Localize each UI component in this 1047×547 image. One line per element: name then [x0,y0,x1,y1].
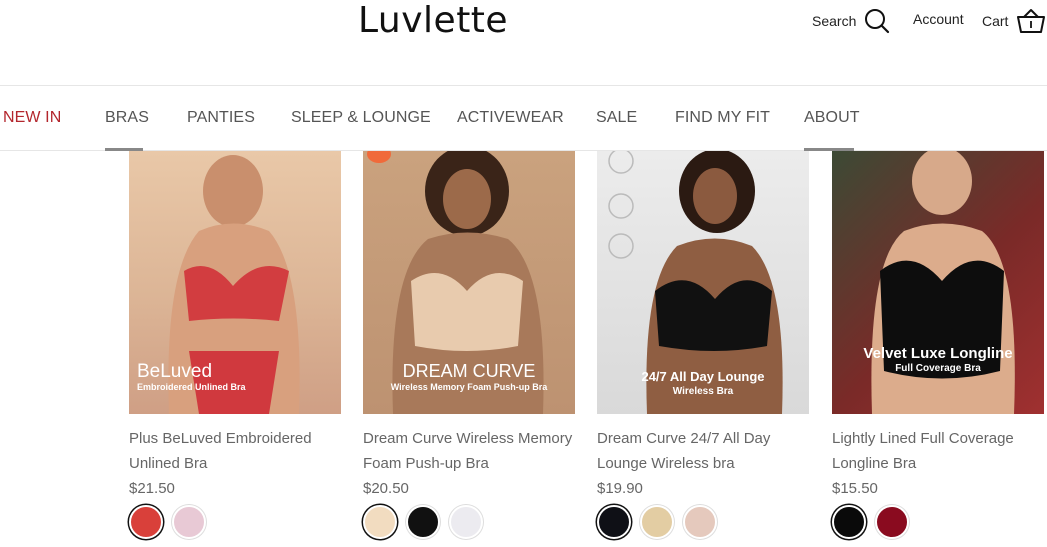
nav-item-panties[interactable]: PANTIES [187,109,255,127]
color-swatch-black[interactable] [406,505,440,539]
image-overlay-subtitle: Embroidered Unlined Bra [137,382,246,392]
color-swatch-black[interactable] [832,505,866,539]
product-price: $19.90 [597,480,643,497]
product-image[interactable]: 24/7 All Day Lounge Wireless Bra [597,151,809,414]
color-swatches [129,505,341,539]
product-image[interactable]: BeLuved Embroidered Unlined Bra [129,151,341,414]
nav-item-about[interactable]: ABOUT [804,109,860,127]
color-swatch-floral[interactable] [172,505,206,539]
product-price: $21.50 [129,480,175,497]
product-image[interactable]: Velvet Luxe Longline Full Coverage Bra [832,151,1044,414]
account-label: Account [913,11,964,27]
cart-button[interactable]: Cart [982,8,1046,34]
product-card[interactable]: BeLuved Embroidered Unlined Bra Plus BeL… [129,151,341,539]
image-overlay-title: DREAM CURVE [402,361,536,381]
search-label: Search [812,13,857,29]
nav-item-new-in[interactable]: NEW IN [3,109,61,127]
account-link[interactable]: Account [913,11,964,27]
product-card[interactable]: Velvet Luxe Longline Full Coverage Bra L… [832,151,1044,539]
product-price: $20.50 [363,480,409,497]
color-swatch-nude[interactable] [363,505,397,539]
nav-item-bras[interactable]: BRAS [105,109,149,127]
color-swatch-black[interactable] [597,505,631,539]
search-icon [865,9,890,34]
basket-icon [1017,9,1046,33]
image-overlay-subtitle: Full Coverage Bra [895,363,981,374]
cart-label: Cart [982,13,1009,29]
nav-item-sale[interactable]: SALE [596,109,637,127]
image-overlay-subtitle: Wireless Memory Foam Push-up Bra [390,382,548,392]
nav-item-sleep-lounge[interactable]: SLEEP & LOUNGE [291,109,431,127]
product-card[interactable]: 24/7 All Day Lounge Wireless Bra Dream C… [597,151,809,539]
color-swatch-white[interactable] [449,505,483,539]
color-swatch-red[interactable] [129,505,163,539]
color-swatch-blush[interactable] [683,505,717,539]
product-card[interactable]: DREAM CURVE Wireless Memory Foam Push-up… [363,151,575,539]
site-header: Luvlette Search Account Cart [0,0,1047,86]
color-swatches [597,505,809,539]
image-overlay-subtitle: Wireless Bra [672,386,734,397]
search-button[interactable]: Search [812,8,890,34]
site-logo[interactable]: Luvlette [358,0,508,41]
model-illustration [871,151,1015,414]
product-price: $15.50 [832,480,878,497]
image-overlay-title: 24/7 All Day Lounge [641,369,765,384]
image-overlay-title: BeLuved [137,361,213,382]
color-swatches [363,505,575,539]
product-name[interactable]: Dream Curve 24/7 All Day Lounge Wireless… [597,426,809,476]
color-swatches [832,505,1044,539]
color-swatch-beige[interactable] [640,505,674,539]
nav-item-activewear[interactable]: ACTIVEWEAR [457,109,564,127]
image-overlay-title: Velvet Luxe Longline [863,345,1013,362]
color-swatch-burgundy[interactable] [875,505,909,539]
product-image[interactable]: DREAM CURVE Wireless Memory Foam Push-up… [363,151,575,414]
main-nav: NEW IN BRAS PANTIES SLEEP & LOUNGE ACTIV… [0,85,1047,151]
nav-item-find-my-fit[interactable]: FIND MY FIT [675,109,770,127]
product-name[interactable]: Lightly Lined Full Coverage Longline Bra [832,426,1044,476]
product-name[interactable]: Plus BeLuved Embroidered Unlined Bra [129,426,341,476]
product-name[interactable]: Dream Curve Wireless Memory Foam Push-up… [363,426,575,476]
